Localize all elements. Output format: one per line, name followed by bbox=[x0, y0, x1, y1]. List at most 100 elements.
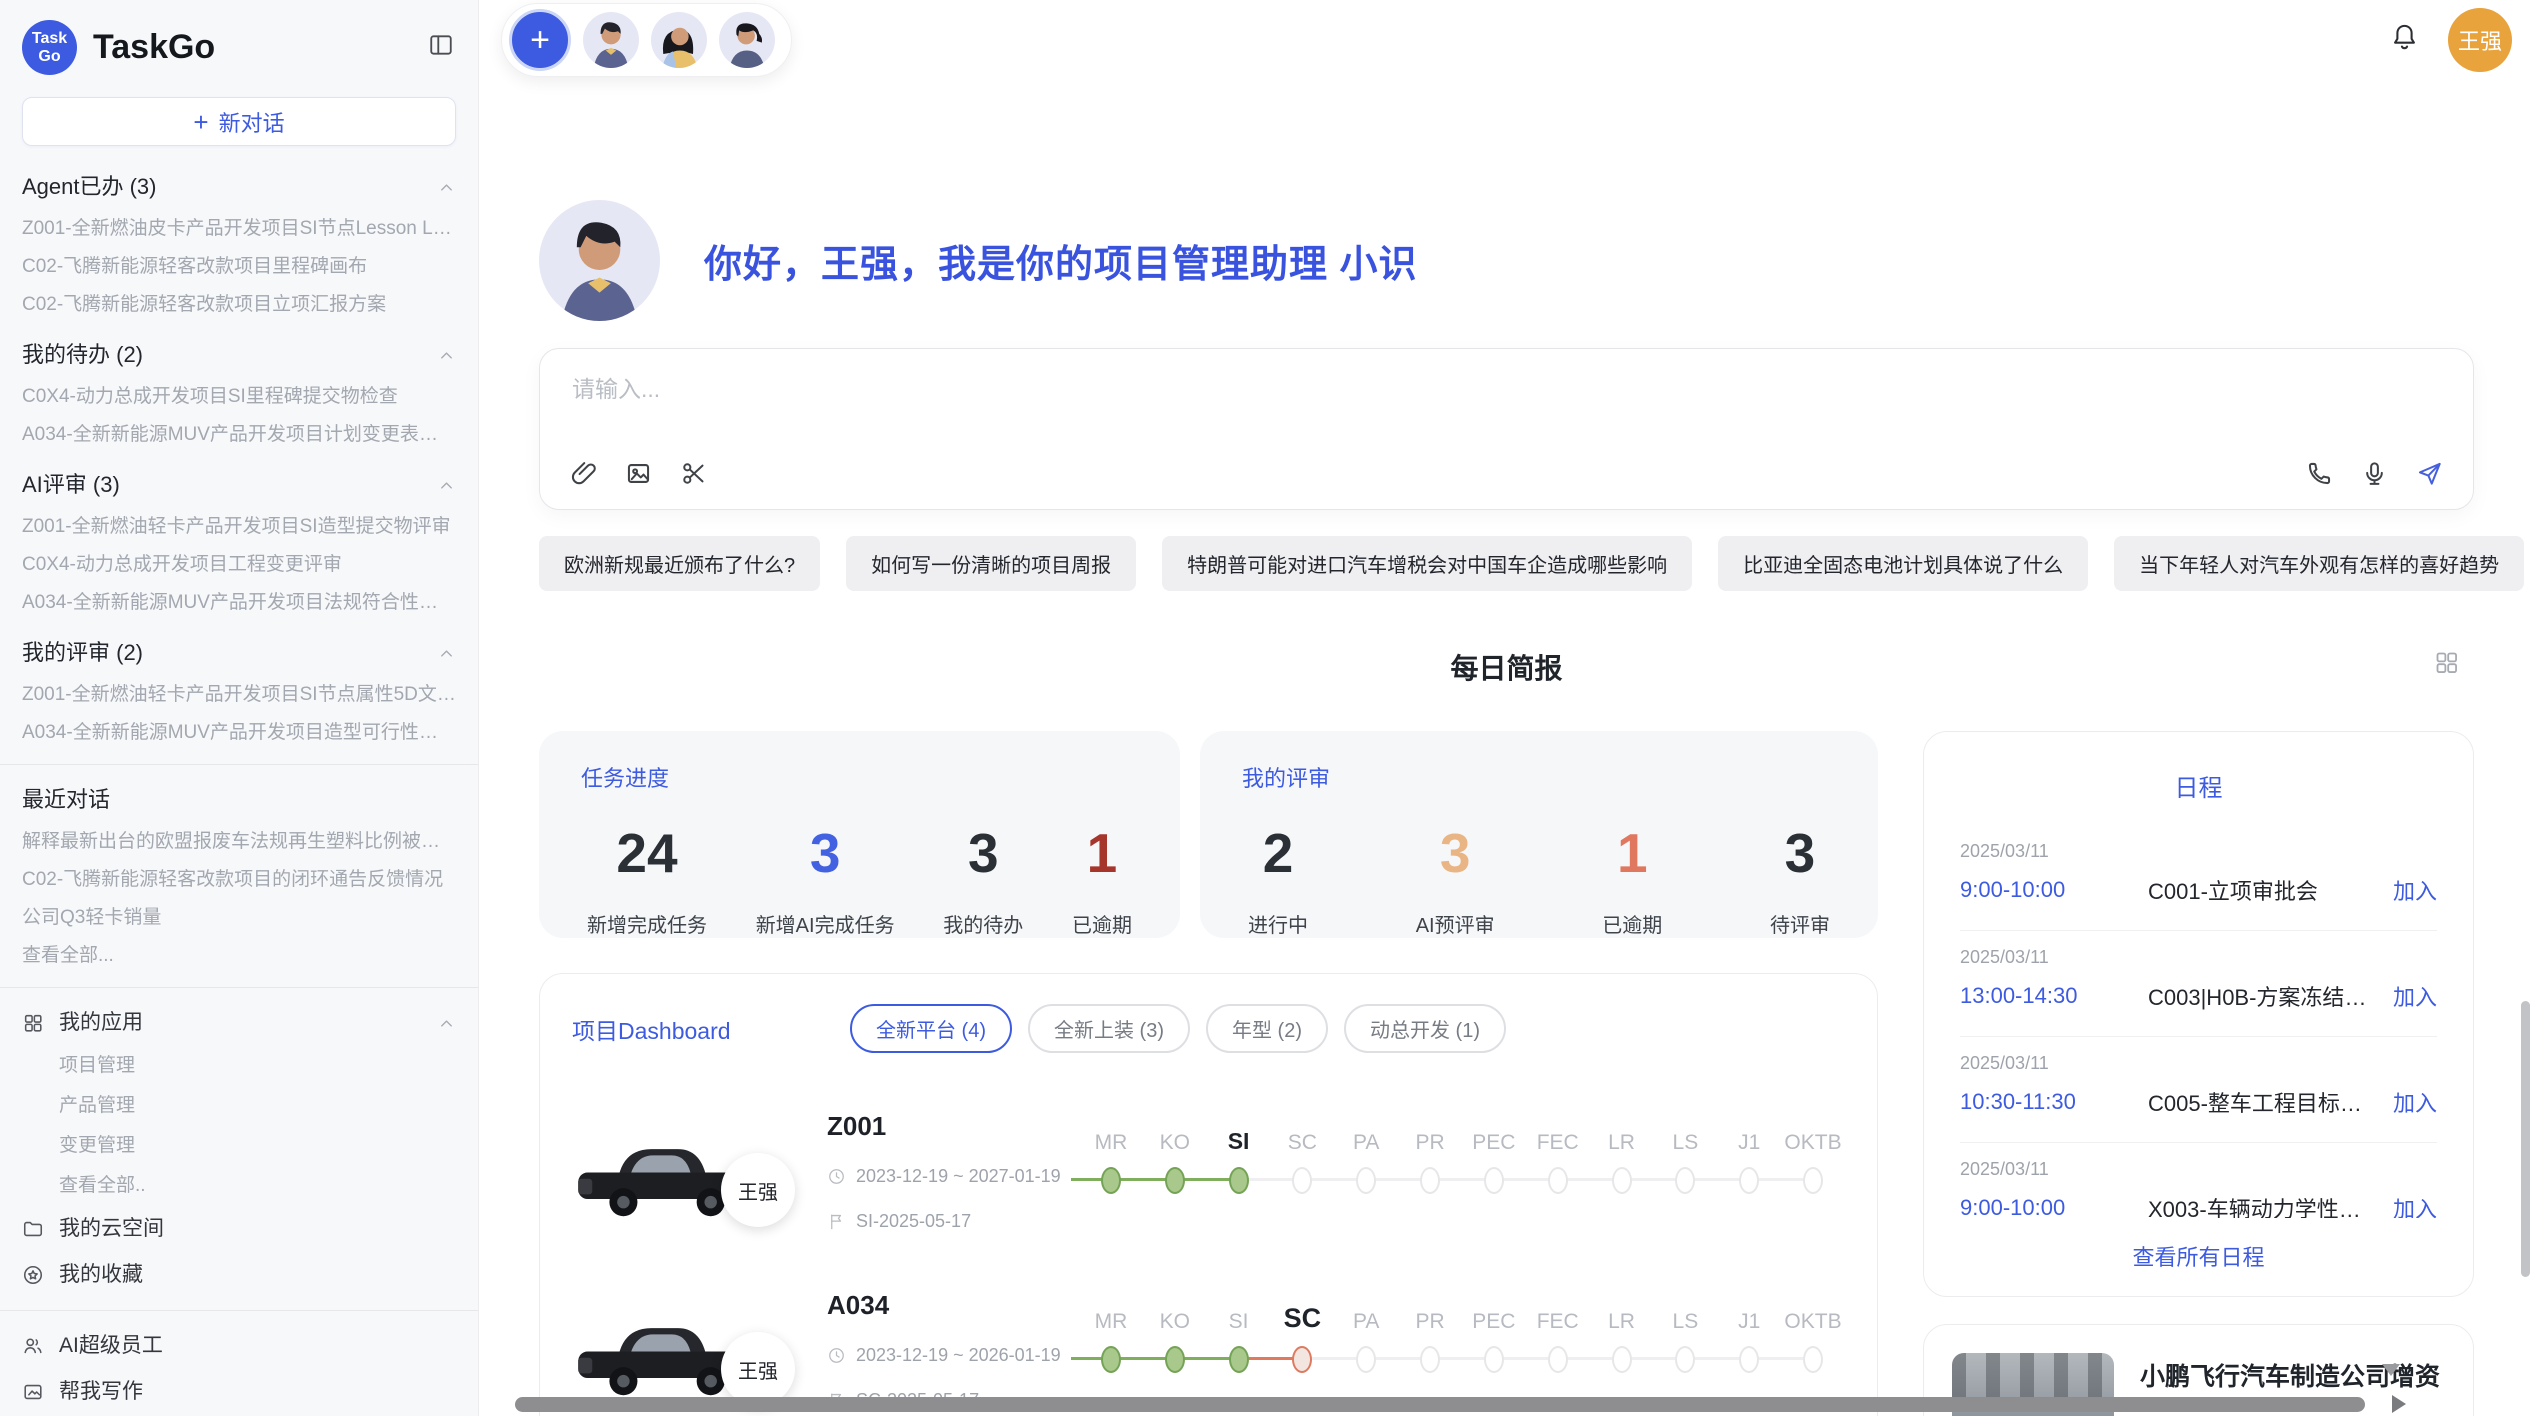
content-row: 任务进度 24 新增完成任务 3 新增AI完成任务 3 bbox=[539, 731, 2474, 1416]
list-item[interactable]: A034-全新新能源MUV产品开发项目法规符合性评审 bbox=[22, 584, 456, 622]
stat-value: 3 bbox=[810, 823, 841, 883]
view-all-apps[interactable]: 查看全部.. bbox=[22, 1166, 456, 1206]
add-agent-button[interactable]: + bbox=[509, 9, 571, 71]
tab-new-platform[interactable]: 全新平台 (4) bbox=[850, 1004, 1012, 1053]
stat-label: 新增AI完成任务 bbox=[756, 909, 895, 938]
microphone-icon[interactable] bbox=[2361, 460, 2388, 487]
join-link[interactable]: 加入 bbox=[2393, 980, 2437, 1012]
milestone-ls: LS bbox=[1653, 1294, 1717, 1373]
suggestion-chip[interactable]: 比亚迪全固态电池计划具体说了什么 bbox=[1718, 536, 2088, 591]
phone-icon[interactable] bbox=[2306, 460, 2333, 487]
attachment-tools bbox=[570, 460, 707, 487]
project-row-a034[interactable]: 王强 A034 2023-12-19 ~ 2026-01-19 SC bbox=[572, 1290, 1845, 1411]
milestone-mr: MR bbox=[1079, 1115, 1143, 1194]
sidebar-item-ai-employee[interactable]: AI超级员工 bbox=[22, 1323, 456, 1369]
view-all-chats[interactable]: 查看全部... bbox=[22, 937, 456, 975]
flag-icon bbox=[827, 1212, 846, 1231]
suggestion-chip[interactable]: 特朗普可能对进口汽车增税会对中国车企造成哪些影响 bbox=[1162, 536, 1692, 591]
project-row-z001[interactable]: 王强 Z001 2023-12-19 ~ 2027-01-19 SI bbox=[572, 1111, 1845, 1232]
section-agent-done[interactable]: Agent已办 (3) bbox=[22, 164, 456, 210]
list-item[interactable]: Z001-全新燃油轻卡产品开发项目SI造型提交物评审 bbox=[22, 508, 456, 546]
milestone-dot bbox=[1612, 1346, 1632, 1373]
agent-avatar-2[interactable] bbox=[651, 12, 707, 68]
chevron-up-icon[interactable] bbox=[437, 644, 456, 663]
scissors-icon[interactable] bbox=[680, 460, 707, 487]
new-chat-button[interactable]: + 新对话 bbox=[22, 97, 456, 146]
schedule-date: 2025/03/11 bbox=[1960, 841, 2437, 862]
list-item[interactable]: 公司Q3轻卡销量 bbox=[22, 899, 456, 937]
agent-avatar-3[interactable] bbox=[719, 12, 775, 68]
user-name: 王强 bbox=[2458, 24, 2502, 56]
section-my-todo[interactable]: 我的待办 (2) bbox=[22, 332, 456, 378]
milestone-j1: J1 bbox=[1717, 1294, 1781, 1373]
list-item[interactable]: Z001-全新燃油轻卡产品开发项目SI节点属性5D文件评审 bbox=[22, 676, 456, 714]
join-link[interactable]: 加入 bbox=[2393, 874, 2437, 906]
list-item[interactable]: A034-全新新能源MUV产品开发项目计划变更表编写 bbox=[22, 416, 456, 454]
sidebar-item-cloud-space[interactable]: 我的云空间 bbox=[22, 1206, 456, 1252]
project-car-image: 王强 bbox=[572, 1111, 759, 1231]
schedule-card: 日程 2025/03/11 9:00-10:00 C001-立项审批会 加入 2… bbox=[1923, 731, 2474, 1297]
milestone-mr: MR bbox=[1079, 1294, 1143, 1373]
section-ai-review[interactable]: AI评审 (3) bbox=[22, 462, 456, 508]
list-item[interactable]: C02-飞腾新能源轻客改款项目的闭环通告反馈情况 bbox=[22, 861, 456, 899]
paperclip-icon[interactable] bbox=[570, 460, 597, 487]
sidebar-item-project-mgmt[interactable]: 项目管理 bbox=[22, 1046, 456, 1086]
milestone-sc: SC bbox=[1270, 1294, 1334, 1373]
chevron-up-icon[interactable] bbox=[437, 346, 456, 365]
suggestion-chip[interactable]: 如何写一份清晰的项目周报 bbox=[846, 536, 1136, 591]
join-link[interactable]: 加入 bbox=[2393, 1086, 2437, 1118]
list-item[interactable]: C02-飞腾新能源轻客改款项目里程碑画布 bbox=[22, 248, 456, 286]
stat-my-todo: 3 我的待办 bbox=[943, 823, 1023, 938]
agent-avatar-1[interactable] bbox=[583, 12, 639, 68]
sidebar-item-favorites[interactable]: 我的收藏 bbox=[22, 1252, 456, 1298]
sidebar-item-help-write[interactable]: 帮我写作 bbox=[22, 1369, 456, 1415]
chevron-up-icon[interactable] bbox=[437, 1014, 456, 1033]
scroll-down-arrow-icon[interactable] bbox=[2382, 1364, 2400, 1376]
view-all-schedule-link[interactable]: 查看所有日程 bbox=[1960, 1218, 2437, 1276]
milestone-dot bbox=[1229, 1167, 1249, 1194]
milestone-oktb: OKTB bbox=[1781, 1115, 1845, 1194]
list-item[interactable]: 解释最新出台的欧盟报废车法规再生塑料比例被调至15%... bbox=[22, 823, 456, 861]
schedule-event-title: C001-立项审批会 bbox=[2148, 874, 2375, 906]
milestone-dot bbox=[1420, 1346, 1440, 1373]
list-item[interactable]: C0X4-动力总成开发项目工程变更评审 bbox=[22, 546, 456, 584]
tab-model-year[interactable]: 年型 (2) bbox=[1206, 1004, 1328, 1053]
dashboard-title: 项目Dashboard bbox=[572, 1012, 850, 1046]
vertical-scrollbar[interactable] bbox=[2521, 1001, 2530, 1277]
list-item[interactable]: A034-全新新能源MUV产品开发项目造型可行性评审 bbox=[22, 714, 456, 752]
tab-powertrain[interactable]: 动总开发 (1) bbox=[1344, 1004, 1506, 1053]
list-item[interactable]: C0X4-动力总成开发项目SI里程碑提交物检查 bbox=[22, 378, 456, 416]
star-badge-icon bbox=[22, 1264, 44, 1286]
stat-label: 待评审 bbox=[1770, 909, 1830, 938]
scroll-right-arrow-icon[interactable] bbox=[2392, 1395, 2406, 1413]
chevron-up-icon[interactable] bbox=[437, 476, 456, 495]
chevron-up-icon[interactable] bbox=[437, 178, 456, 197]
list-item[interactable]: Z001-全新燃油皮卡产品开发项目SI节点Lesson Learn报告 bbox=[22, 210, 456, 248]
chat-input[interactable] bbox=[570, 375, 2447, 404]
sidebar-header: Task Go TaskGo bbox=[0, 0, 478, 75]
send-icon[interactable] bbox=[2416, 460, 2443, 487]
divider bbox=[0, 764, 478, 765]
collapse-sidebar-icon[interactable] bbox=[428, 32, 454, 63]
stat-new-completed: 24 新增完成任务 bbox=[587, 823, 707, 938]
suggestion-chip[interactable]: 欧洲新规最近颁布了什么? bbox=[539, 536, 820, 591]
daily-brief-header: 每日简报 bbox=[539, 647, 2474, 687]
sidebar-item-my-apps[interactable]: 我的应用 bbox=[22, 1000, 456, 1046]
section-my-review[interactable]: 我的评审 (2) bbox=[22, 630, 456, 676]
topbar-right: 王强 bbox=[2389, 8, 2512, 72]
sidebar-item-product-mgmt[interactable]: 产品管理 bbox=[22, 1086, 456, 1126]
milestone-si: SI bbox=[1207, 1294, 1271, 1373]
sidebar-item-change-mgmt[interactable]: 变更管理 bbox=[22, 1126, 456, 1166]
layout-grid-icon[interactable] bbox=[2433, 649, 2460, 681]
notifications-bell-icon[interactable] bbox=[2389, 22, 2420, 58]
image-icon[interactable] bbox=[625, 460, 652, 487]
list-item[interactable]: C02-飞腾新能源轻客改款项目立项汇报方案 bbox=[22, 286, 456, 324]
stats-row: 任务进度 24 新增完成任务 3 新增AI完成任务 3 bbox=[539, 731, 1878, 938]
join-link[interactable]: 加入 bbox=[2393, 1192, 2437, 1218]
horizontal-scrollbar[interactable] bbox=[515, 1397, 2365, 1412]
user-avatar[interactable]: 王强 bbox=[2448, 8, 2512, 72]
suggestion-chip[interactable]: 当下年轻人对汽车外观有怎样的喜好趋势 bbox=[2114, 536, 2524, 591]
tab-new-body[interactable]: 全新上装 (3) bbox=[1028, 1004, 1190, 1053]
assistant-avatar bbox=[539, 200, 660, 321]
milestone-dot bbox=[1292, 1167, 1312, 1194]
